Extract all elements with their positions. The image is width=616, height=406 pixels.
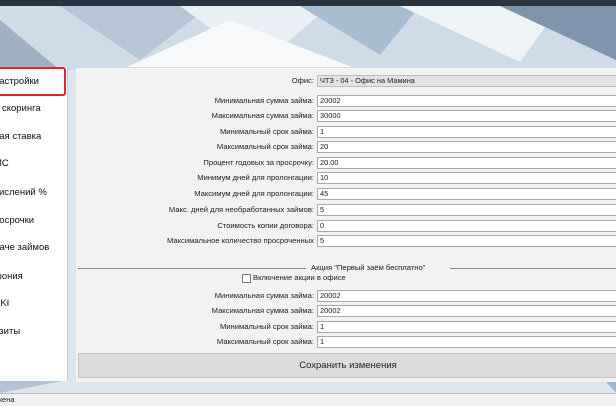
max-loan-amount-label: Максимальная сумма займа: [211, 111, 314, 120]
sidebar-item-label: настройки [0, 76, 39, 87]
form-row: Минимальная сумма займа: 20002 [76, 290, 616, 302]
min-prolongation-days-field[interactable]: 10 [317, 172, 616, 184]
overdue-rate-field[interactable]: 20.00 [317, 157, 616, 169]
min-loan-amount-label: Минимальная сумма займа: [214, 96, 314, 105]
window-titlebar [0, 0, 616, 6]
sidebar-item-label: даче займов [0, 242, 50, 253]
sidebar-item-interest-accrual[interactable]: числений % [0, 180, 66, 206]
sidebar-item-label: росрочки [0, 215, 35, 226]
max-prolongation-days-label: Максимум дней для пролонгации: [194, 189, 314, 198]
promo-group-header: Акция "Первый заём бесплатно" [78, 262, 616, 274]
min-loan-term-label: Минимальный срок займа: [219, 127, 314, 136]
form-row: Максимум дней для пролонгации: 45 [76, 188, 616, 200]
status-text: жена [0, 395, 15, 404]
min-loan-term-field[interactable]: 1 [317, 126, 616, 138]
sidebar-item-label: SKI [0, 298, 10, 309]
form-row: Макс. дней для необработанных займов: 5 [76, 204, 616, 216]
sidebar-item-scoring[interactable]: и скоринга [0, 96, 66, 122]
max-loan-term-field[interactable]: 20 [317, 141, 616, 153]
office-row: Офис: ЧТЗ - 04 - Офис на Мамина [76, 75, 616, 87]
form-row: Процент годовых за просрочку: 20.00 [76, 157, 616, 169]
sidebar-item-label: фония [0, 271, 23, 282]
sidebar: настройки и скоринга ная ставка МС числе… [0, 67, 68, 381]
contract-copy-cost-label: Стоимость копии договора: [217, 221, 314, 230]
sidebar-item-settings[interactable]: настройки [0, 67, 66, 96]
form-row: Минимум дней для пролонгации: 10 [76, 172, 616, 184]
promo-enable-label: Включение акции в офисе [253, 273, 346, 282]
sidebar-item-label: изиты [0, 326, 21, 337]
promo-max-term-label: Максимальный срок займа: [216, 337, 314, 346]
max-unprocessed-days-field[interactable]: 5 [317, 204, 616, 216]
max-prolongation-days-field[interactable]: 45 [317, 188, 616, 200]
form-row: Минимальная сумма займа: 20002 [76, 95, 616, 107]
promo-max-amount-label: Максимальная сумма займа: [211, 306, 314, 315]
min-prolongation-days-label: Минимум дней для пролонгации: [197, 173, 314, 182]
sidebar-item-requisites[interactable]: изиты [0, 319, 66, 345]
sidebar-item-label: ная ставка [0, 131, 42, 142]
sidebar-item-label: МС [0, 158, 9, 169]
promo-group-title: Акция "Первый заём бесплатно" [311, 263, 426, 272]
sidebar-item-telephony[interactable]: фония [0, 264, 66, 290]
office-label: Офис: [291, 76, 314, 85]
form-row: Максимальное количество просроченных 5 [76, 235, 616, 247]
max-overdue-count-field[interactable]: 5 [317, 235, 616, 247]
office-select[interactable]: ЧТЗ - 04 - Офис на Мамина [317, 75, 616, 87]
contract-copy-cost-field[interactable]: 0 [317, 220, 616, 232]
sidebar-item-overdue[interactable]: росрочки [0, 208, 66, 234]
promo-min-term-field[interactable]: 1 [317, 321, 616, 333]
form-row: Максимальный срок займа: 1 [76, 336, 616, 348]
sidebar-item-loan-issuance[interactable]: даче займов [0, 235, 66, 261]
overdue-rate-label: Процент годовых за просрочку: [203, 158, 314, 167]
max-loan-term-label: Максимальный срок займа: [216, 142, 314, 151]
save-changes-button[interactable]: Сохранить изменения [78, 353, 616, 378]
sidebar-item-ski[interactable]: SKI [0, 291, 66, 317]
form-row: Стоимость копии договора: 0 [76, 220, 616, 232]
promo-min-term-label: Минимальный срок займа: [219, 322, 314, 331]
max-unprocessed-days-label: Макс. дней для необработанных займов: [168, 205, 314, 214]
sidebar-item-sms[interactable]: МС [0, 151, 66, 177]
promo-max-amount-field[interactable]: 20002 [317, 305, 616, 317]
max-loan-amount-field[interactable]: 30000 [317, 110, 616, 122]
sidebar-item-label: и скоринга [0, 103, 41, 114]
promo-min-amount-label: Минимальная сумма займа: [214, 291, 314, 300]
promo-min-amount-field[interactable]: 20002 [317, 290, 616, 302]
form-row: Максимальный срок займа: 20 [76, 141, 616, 153]
checkbox-box[interactable] [242, 274, 251, 283]
min-loan-amount-field[interactable]: 20002 [317, 95, 616, 107]
status-bar: жена [0, 393, 616, 406]
max-overdue-count-label: Максимальное количество просроченных [167, 236, 314, 245]
divider [450, 268, 616, 269]
sidebar-item-label: числений % [0, 187, 47, 198]
divider [78, 268, 306, 269]
form-row: Максимальная сумма займа: 20002 [76, 305, 616, 317]
promo-max-term-field[interactable]: 1 [317, 336, 616, 348]
form-row: Максимальная сумма займа: 30000 [76, 110, 616, 122]
sidebar-item-rate[interactable]: ная ставка [0, 124, 66, 150]
settings-panel: Офис: ЧТЗ - 04 - Офис на Мамина Минималь… [76, 67, 616, 382]
form-row: Минимальный срок займа: 1 [76, 321, 616, 333]
form-row: Минимальный срок займа: 1 [76, 126, 616, 138]
